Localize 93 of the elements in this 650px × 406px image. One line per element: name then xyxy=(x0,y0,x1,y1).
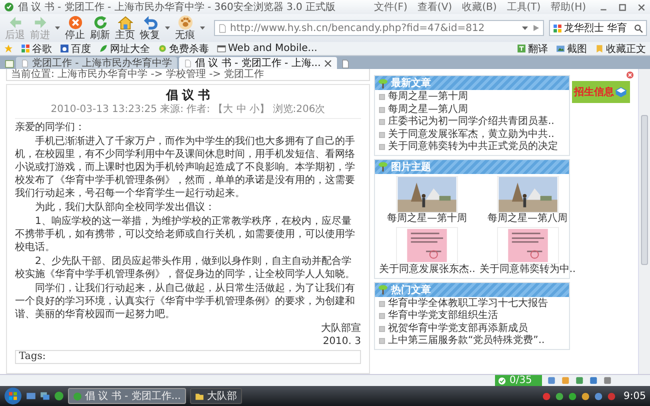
caret-icon[interactable] xyxy=(200,26,205,30)
caret-icon[interactable] xyxy=(165,26,170,30)
window-title: 倡 议 书 - 党团工作 - 上海市民办华育中学 - 360安全浏览器 3.0 正式版 xyxy=(18,0,337,14)
menu-item[interactable]: 收藏(B) xyxy=(459,0,500,14)
picture-caption[interactable]: 每周之星—第十周 xyxy=(387,212,468,224)
search-text: 龙华烈士 华育 xyxy=(564,22,628,35)
tree-icon xyxy=(378,78,388,88)
new-tab-icon[interactable] xyxy=(340,59,350,69)
article-link[interactable]: 每周之星—第八周 xyxy=(379,104,565,116)
section-title: 最新文章 xyxy=(391,76,431,90)
paragraph: 手机已渐渐进入了千家万户，而作为中学生的我们也大多拥有了自己的手机，在校园里，有不少同学利用中午及课间休息时间，用手机发短信、看网络小说或打游戏，而上课时也因为手机铃声响起造成了不良影响。本学期初，学校发布了《华育中学手机管理条例》，然而，单单的承诺是没有用的，这需要我们行动起来，号召每一个华育学生一起行动起来。 xyxy=(15,135,356,200)
article-link[interactable]: 关于同意发展张军杰，黄立勋为中共.. xyxy=(379,128,565,141)
private-button[interactable]: 无痕 xyxy=(173,15,197,41)
toolbar-tool[interactable]: 收藏正文 xyxy=(595,42,646,56)
close-icon[interactable] xyxy=(324,58,332,68)
article-title: 倡 议 书 xyxy=(166,88,210,103)
tree-icon xyxy=(378,284,388,295)
desktop-icon[interactable] xyxy=(26,391,36,401)
refresh-icon[interactable] xyxy=(92,15,108,30)
toolbar-tool[interactable]: 翻译 xyxy=(517,42,548,56)
go-arrow-icon[interactable] xyxy=(532,24,540,32)
leaf-icon[interactable] xyxy=(99,44,108,53)
article-link[interactable]: 上中第三届服务款“党员特殊党费”.. xyxy=(379,335,565,348)
picture-caption[interactable]: 关于同意韩奕转为中.. xyxy=(479,264,576,276)
clock: 9:05 xyxy=(624,390,646,402)
stop-button[interactable]: 停止 xyxy=(63,15,87,41)
tags-label: Tags: xyxy=(15,350,361,364)
bookmark-link[interactable]: 谷歌 xyxy=(21,42,52,56)
paragraph: 2、少先队干部、团员应起带头作用，做到以身作则，自主自动并配合学校实施《华育中学手机管理条例》，督促身边的同学，让全校同学人人知晓。 xyxy=(15,255,356,281)
bookmark-link[interactable]: 百度 xyxy=(60,42,91,56)
search-field[interactable]: 龙华烈士 华育 xyxy=(549,20,647,36)
home-button[interactable]: 主页 xyxy=(113,15,137,41)
article-link[interactable]: 庄委书记为初一同学介绍共青团员基.. xyxy=(379,116,565,128)
caret-icon[interactable] xyxy=(55,26,60,30)
tree-icon xyxy=(378,161,388,172)
search-icon[interactable] xyxy=(634,24,643,32)
start-button[interactable] xyxy=(4,387,22,405)
article-link[interactable]: 华育中学党支部组织生活 xyxy=(379,310,565,322)
restore-button[interactable]: 恢复 xyxy=(138,15,162,41)
undo-arrow-icon[interactable] xyxy=(142,15,158,30)
box-icon[interactable] xyxy=(615,86,627,98)
taskbar-button[interactable]: 倡 议 书 - 党团工作... xyxy=(68,388,186,404)
refresh-button[interactable]: 刷新 xyxy=(88,15,112,41)
breadcrumb: 当前位置: 上海市民办华育中学 -> 学校管理 -> 党团工作 xyxy=(6,69,370,81)
toolbar-tool[interactable]: 截图 xyxy=(556,42,587,56)
menu-item[interactable]: 工具(T) xyxy=(504,0,544,14)
address-field[interactable]: http://www.hy.sh.cn/bencandy.php?fid=47&id=812 xyxy=(214,20,544,36)
paragraph: 为此，我们大队部向全校同学发出倡议： xyxy=(34,201,216,214)
menu-item[interactable]: 查看(V) xyxy=(414,0,456,14)
dropdown-caret-icon[interactable] xyxy=(521,24,529,32)
browser-tab[interactable]: 党团工作 - 上海市民办华育中学 xyxy=(16,57,177,69)
screenshot-icon[interactable] xyxy=(556,44,565,53)
folder-icon[interactable] xyxy=(194,392,204,400)
scrollbar[interactable] xyxy=(638,69,650,374)
article-date: 2010. 3 xyxy=(322,335,361,348)
app-logo-icon xyxy=(4,2,14,12)
bookmark-link[interactable]: 免费杀毒 xyxy=(158,42,209,56)
signature: 大队部宣 xyxy=(321,322,361,335)
home-icon[interactable] xyxy=(118,15,132,30)
menu-item[interactable]: 帮助(H) xyxy=(548,0,589,14)
page-icon xyxy=(218,24,227,32)
picture-caption[interactable]: 每周之星—第八周 xyxy=(488,212,568,224)
stop-icon[interactable] xyxy=(68,15,82,30)
article-link[interactable]: 每周之星—第十周 xyxy=(379,91,565,104)
browser-icon[interactable] xyxy=(54,391,64,401)
search-engine-icon[interactable] xyxy=(553,24,562,32)
article-meta: 2010-03-13 13:23:25 来源: 作者: 【大 中 小】 浏览:206次 xyxy=(50,103,326,116)
browser-tab[interactable]: 倡 议 书 - 党团工作 - 上海... xyxy=(178,57,337,69)
taskbar-button[interactable]: 大队部 xyxy=(190,388,242,404)
menu-item[interactable]: 文件(F) xyxy=(370,0,410,14)
paragraph: 同学们，让我们行动起来，从自己做起，从日常生活做起，为了让我们有一个良好的学习环境，认真实行《华育中学手机管理条例》的要求，为创建和谐、美丽的华育校园而一起努力吧。 xyxy=(15,282,356,321)
window-icon[interactable] xyxy=(217,44,226,53)
tiles-icon[interactable] xyxy=(21,44,30,53)
bookmark-link[interactable]: 网址大全 xyxy=(99,42,150,56)
section-title: 热门文章 xyxy=(391,283,431,296)
close-icon[interactable] xyxy=(637,2,646,12)
bookmark-link[interactable]: Web and Mobile... xyxy=(217,43,318,54)
article-link[interactable]: 关于同意韩奕转为中共正式党员的决定 xyxy=(379,141,565,154)
check-icon[interactable] xyxy=(498,376,506,384)
article-link[interactable]: 华育中学全体教职工学习十七大报告 xyxy=(379,298,565,310)
star-icon[interactable] xyxy=(4,44,13,53)
window-switch-icon[interactable] xyxy=(40,391,50,401)
page-icon[interactable] xyxy=(21,58,29,68)
maximize-icon[interactable] xyxy=(618,2,627,12)
paragraph: 1、响应学校的这一举措，为维护学校的正常教学秩序，在校内，应尽量不携带手机，如有携带，可以交给老师或自行关机，如需要使用，可以使用学校电话。 xyxy=(15,215,356,254)
sidebar-toggle-icon[interactable] xyxy=(5,59,14,69)
paragraph: 亲爱的同学们： xyxy=(15,121,86,134)
close-icon[interactable] xyxy=(626,71,634,79)
translate-icon[interactable] xyxy=(517,44,526,53)
section-title: 图片主题 xyxy=(391,160,431,174)
article-link[interactable]: 祝贺华育中学党支部再添新成员 xyxy=(379,322,565,335)
picture-caption[interactable]: 关于同意发展张东杰.. xyxy=(379,264,476,276)
address-text: http://www.hy.sh.cn/bencandy.php?fid=47&id=812 xyxy=(230,22,486,34)
